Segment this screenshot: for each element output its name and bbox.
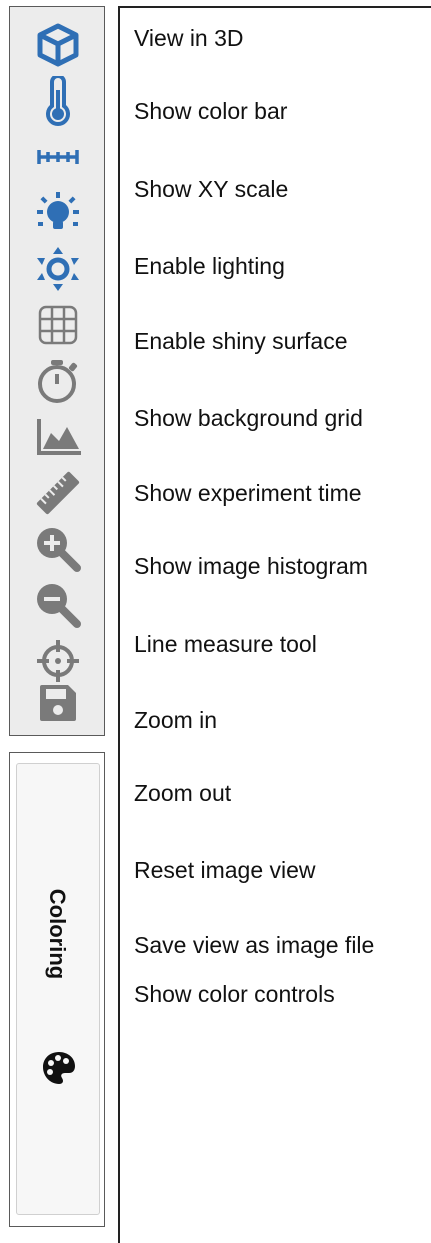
save-image-button[interactable] [10,675,106,731]
lighting-button[interactable] [10,185,106,241]
image-view-toolbar [9,6,105,736]
description-save-image: Save view as image file [134,932,375,958]
coloring-tab-label: Coloring [45,888,70,980]
zoom-in-icon [37,528,81,572]
description-zoom-out: Zoom out [134,780,232,806]
shiny-surface-icon [37,247,79,291]
description-color-bar: Show color bar [134,98,288,124]
description-experiment-time: Show experiment time [134,480,362,506]
experiment-time-button[interactable] [10,353,106,409]
view-3d-button[interactable] [10,17,106,73]
histogram-icon [37,419,81,455]
histogram-button[interactable] [10,409,106,465]
description-zoom-in: Zoom in [134,707,218,733]
zoom-out-button[interactable] [10,577,106,633]
grid-icon [38,305,78,345]
description-background-grid: Show background grid [134,405,363,431]
zoom-out-icon [37,584,81,628]
description-histogram: Show image histogram [134,553,368,579]
xy-scale-button[interactable] [10,129,106,185]
separator-line [118,6,120,1243]
description-xy-scale: Show XY scale [134,176,289,202]
xy-scale-icon [37,150,79,164]
background-grid-button[interactable] [10,297,106,353]
description-view-3d: View in 3D [134,25,244,51]
save-icon [40,685,76,721]
stopwatch-icon [38,360,78,403]
coloring-tab-button[interactable]: Coloring [16,763,100,1215]
shiny-surface-button[interactable] [10,241,106,297]
description-reset-view: Reset image view [134,857,316,883]
coloring-panel: Coloring [9,752,105,1227]
description-line-measure: Line measure tool [134,631,317,657]
thermometer-icon [46,76,70,126]
palette-icon [43,1052,75,1084]
description-lighting: Enable lighting [134,253,285,279]
lightbulb-icon [37,192,79,229]
separator-line-top [118,6,431,8]
line-measure-button[interactable] [10,465,106,521]
color-bar-button[interactable] [10,73,106,129]
description-shiny-surface: Enable shiny surface [134,328,348,354]
description-color-controls: Show color controls [134,981,335,1007]
ruler-icon [36,471,80,515]
cube-icon [37,23,79,67]
zoom-in-button[interactable] [10,521,106,577]
